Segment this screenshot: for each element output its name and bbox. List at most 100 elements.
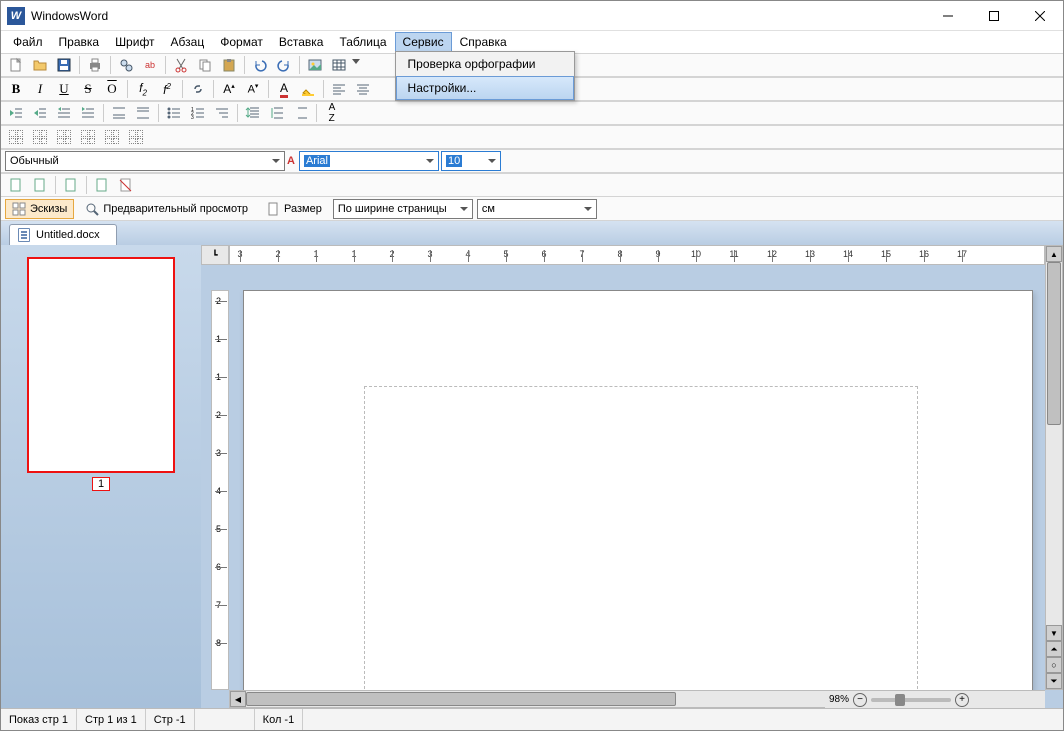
zoom-out-button[interactable]: − xyxy=(853,693,867,707)
menu-insert[interactable]: Вставка xyxy=(271,32,332,52)
font-shrink-icon[interactable]: A▾ xyxy=(242,79,264,99)
sort-icon[interactable]: AZ xyxy=(321,103,343,123)
border-4-icon[interactable] xyxy=(77,127,99,147)
page-down-icon[interactable]: ⏷ xyxy=(1046,673,1062,689)
save-icon[interactable] xyxy=(53,55,75,75)
dropdown-settings[interactable]: Настройки... xyxy=(396,76,574,100)
find-icon[interactable] xyxy=(115,55,137,75)
font-combo[interactable]: Arial xyxy=(299,151,439,171)
vertical-ruler[interactable]: 2112345678 xyxy=(211,290,229,690)
paste-icon[interactable] xyxy=(218,55,240,75)
table-drop-icon[interactable] xyxy=(352,55,362,75)
border-6-icon[interactable] xyxy=(125,127,147,147)
style-combo-value: Обычный xyxy=(10,155,59,167)
superscript-icon[interactable]: f2 xyxy=(156,79,178,99)
font-color-icon[interactable]: A xyxy=(273,79,295,99)
doc-btn-2-icon[interactable] xyxy=(29,175,51,195)
linespacing-3-icon[interactable] xyxy=(290,103,312,123)
minimize-button[interactable] xyxy=(925,1,971,31)
page-nav-icon[interactable]: ○ xyxy=(1046,657,1062,673)
fit-combo[interactable]: По ширине страницы xyxy=(333,199,473,219)
dropdown-spellcheck[interactable]: Проверка орфографии xyxy=(396,52,574,76)
menu-font[interactable]: Шрифт xyxy=(107,32,162,52)
image-icon[interactable] xyxy=(304,55,326,75)
preview-button[interactable]: Предварительный просмотр xyxy=(78,199,255,219)
align-left-icon[interactable] xyxy=(328,79,350,99)
v-scroll-thumb[interactable] xyxy=(1047,262,1061,425)
open-icon[interactable] xyxy=(29,55,51,75)
vertical-scrollbar[interactable]: ▲ ▼ ⏶ ○ ⏷ xyxy=(1045,245,1063,690)
align-center-icon[interactable] xyxy=(352,79,374,99)
ruler-corner: ┗ xyxy=(201,245,229,265)
font-grow-icon[interactable]: A▴ xyxy=(218,79,240,99)
unit-combo[interactable]: см xyxy=(477,199,597,219)
menu-paragraph[interactable]: Абзац xyxy=(163,32,213,52)
spacing-after-icon[interactable] xyxy=(132,103,154,123)
linespacing-1-icon[interactable] xyxy=(242,103,264,123)
thumbnail-pane: 1 xyxy=(1,245,201,708)
new-doc-icon[interactable] xyxy=(5,55,27,75)
scroll-down-icon[interactable]: ▼ xyxy=(1046,625,1062,641)
horizontal-ruler[interactable]: 3211234567891011121314151617 xyxy=(229,245,1045,265)
multilevel-icon[interactable] xyxy=(211,103,233,123)
redo-icon[interactable] xyxy=(273,55,295,75)
zoom-controls: 98% − + xyxy=(825,690,1045,708)
copy-icon[interactable] xyxy=(194,55,216,75)
unit-combo-value: см xyxy=(482,203,495,215)
first-indent-inc-icon[interactable] xyxy=(53,103,75,123)
menu-edit[interactable]: Правка xyxy=(51,32,108,52)
print-icon[interactable] xyxy=(84,55,106,75)
style-combo[interactable]: Обычный xyxy=(5,151,285,171)
doc-btn-5-icon[interactable] xyxy=(115,175,137,195)
replace-icon[interactable]: ab xyxy=(139,55,161,75)
menu-service[interactable]: Сервис Проверка орфографии Настройки... xyxy=(395,32,452,52)
scroll-left-icon[interactable]: ◀ xyxy=(230,691,246,707)
menu-format[interactable]: Формат xyxy=(212,32,271,52)
thumbnail-page[interactable] xyxy=(27,257,175,473)
bullets-icon[interactable] xyxy=(163,103,185,123)
titlebar: W WindowsWord xyxy=(1,1,1063,31)
menu-table[interactable]: Таблица xyxy=(331,32,394,52)
border-2-icon[interactable] xyxy=(29,127,51,147)
zoom-slider[interactable] xyxy=(871,698,951,702)
table-icon[interactable] xyxy=(328,55,350,75)
toolbar-docs xyxy=(1,173,1063,197)
first-indent-dec-icon[interactable] xyxy=(77,103,99,123)
linespacing-2-icon[interactable] xyxy=(266,103,288,123)
scroll-up-icon[interactable]: ▲ xyxy=(1046,246,1062,262)
cut-icon[interactable] xyxy=(170,55,192,75)
doc-btn-4-icon[interactable] xyxy=(91,175,113,195)
numbering-icon[interactable]: 123 xyxy=(187,103,209,123)
overline-icon[interactable]: O xyxy=(101,79,123,99)
close-button[interactable] xyxy=(1017,1,1063,31)
maximize-button[interactable] xyxy=(971,1,1017,31)
underline-icon[interactable]: U xyxy=(53,79,75,99)
size-combo[interactable]: 10 xyxy=(441,151,501,171)
h-scroll-thumb[interactable] xyxy=(246,692,676,706)
link-icon[interactable] xyxy=(187,79,209,99)
menu-help[interactable]: Справка xyxy=(452,32,515,52)
italic-icon[interactable]: I xyxy=(29,79,51,99)
doc-btn-1-icon[interactable] xyxy=(5,175,27,195)
border-1-icon[interactable] xyxy=(5,127,27,147)
highlight-icon[interactable] xyxy=(297,79,319,99)
strike-icon[interactable]: S xyxy=(77,79,99,99)
doc-btn-3-icon[interactable] xyxy=(60,175,82,195)
bold-icon[interactable]: B xyxy=(5,79,27,99)
v-scroll-track[interactable] xyxy=(1046,262,1062,625)
document-page[interactable] xyxy=(243,290,1033,690)
spacing-before-icon[interactable] xyxy=(108,103,130,123)
zoom-in-button[interactable]: + xyxy=(955,693,969,707)
menu-file[interactable]: Файл xyxy=(5,32,51,52)
size-button[interactable]: Размер xyxy=(259,199,329,219)
subscript-icon[interactable]: f2 xyxy=(132,79,154,99)
border-3-icon[interactable] xyxy=(53,127,75,147)
undo-icon[interactable] xyxy=(249,55,271,75)
indent-inc-icon[interactable] xyxy=(29,103,51,123)
page-up-icon[interactable]: ⏶ xyxy=(1046,641,1062,657)
indent-dec-icon[interactable] xyxy=(5,103,27,123)
document-tab[interactable]: Untitled.docx xyxy=(9,224,117,245)
border-5-icon[interactable] xyxy=(101,127,123,147)
thumbnails-button[interactable]: Эскизы xyxy=(5,199,74,219)
menu-service-label: Сервис xyxy=(403,35,444,49)
